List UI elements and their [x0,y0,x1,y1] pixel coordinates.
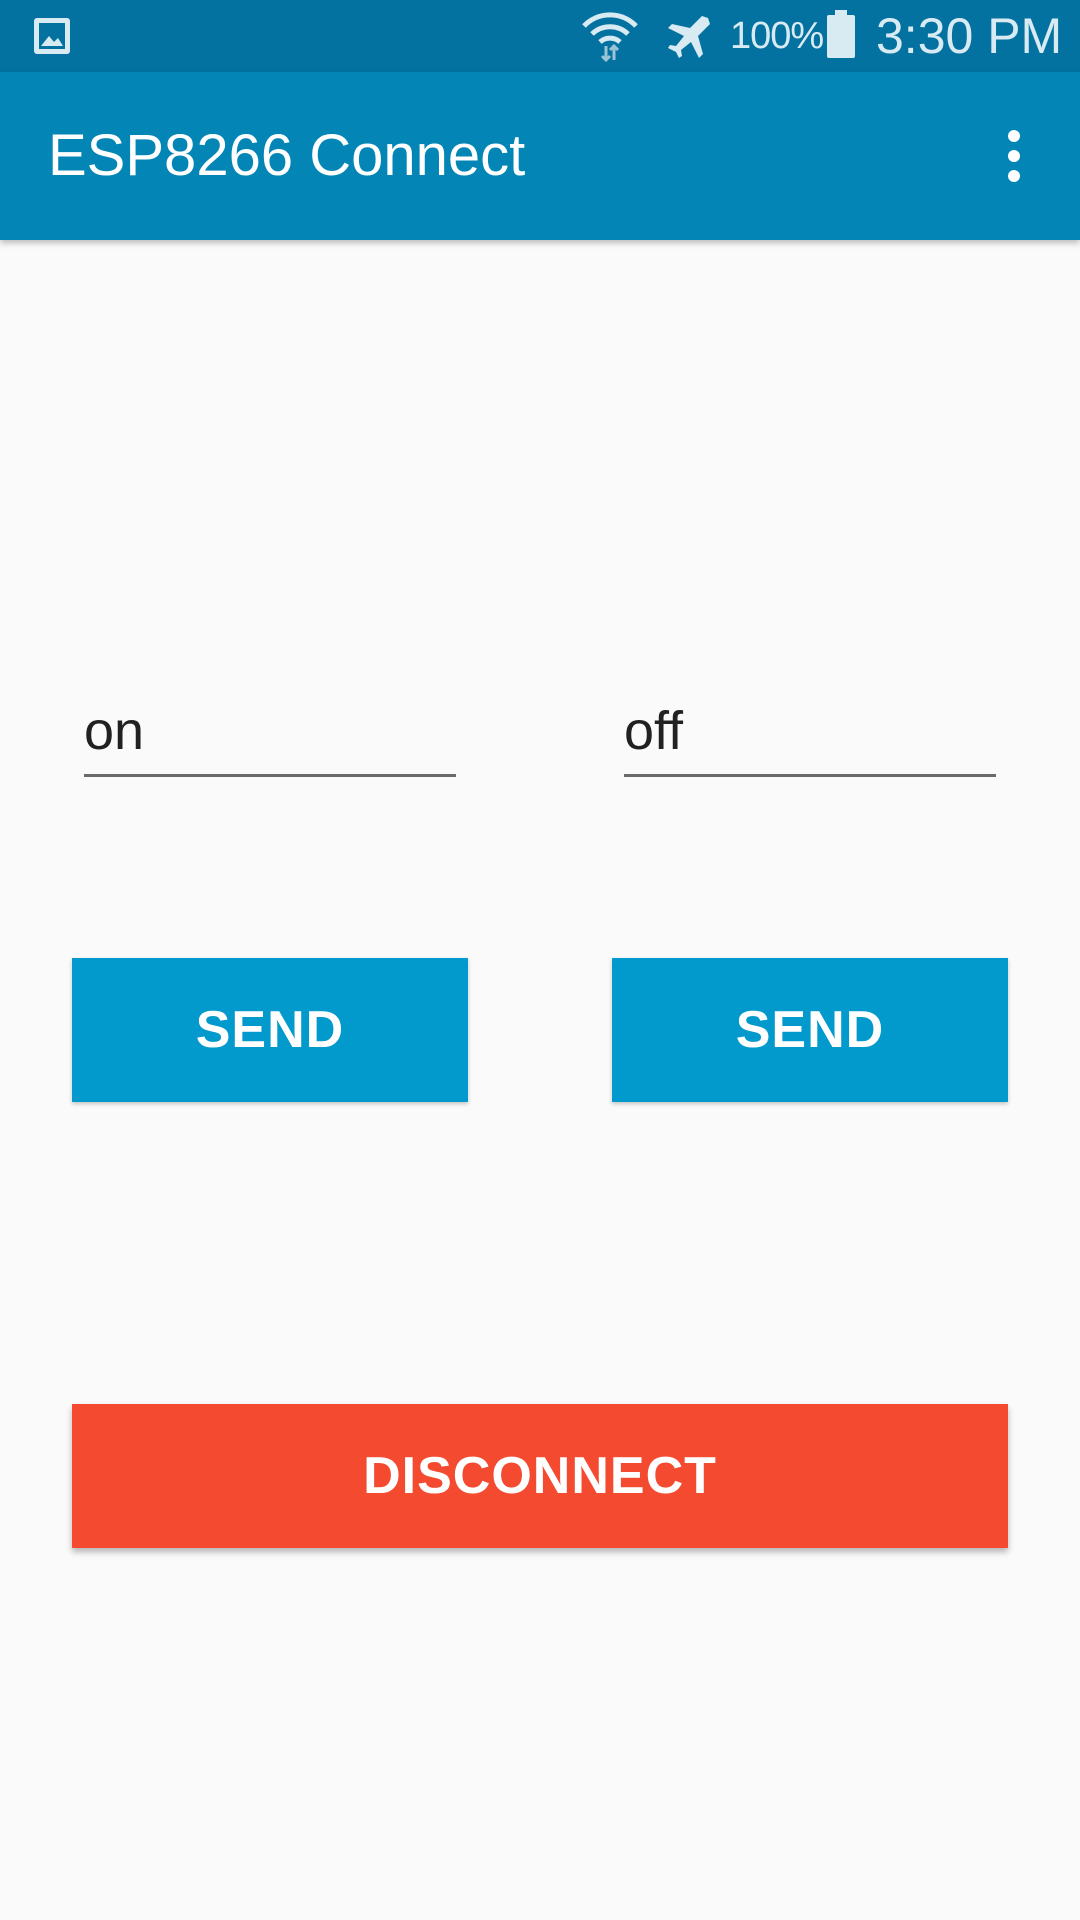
more-vert-icon[interactable] [994,128,1034,184]
off-command-field[interactable] [624,688,996,777]
app-bar: ESP8266 Connect [0,72,1080,240]
airplane-icon [668,16,710,58]
disconnect-button[interactable]: DISCONNECT [72,1404,1008,1548]
on-command-field[interactable] [84,688,456,777]
status-time: 3:30 PM [876,8,1063,64]
send-on-button[interactable]: SEND [72,958,468,1102]
status-bar: 100% 3:30 PM [0,0,1080,72]
send-off-button[interactable]: SEND [612,958,1008,1102]
app-title: ESP8266 Connect [48,123,526,188]
battery-icon [827,10,855,58]
image-icon [34,18,70,54]
wifi-icon [582,12,638,62]
battery-percentage: 100% [730,15,824,57]
